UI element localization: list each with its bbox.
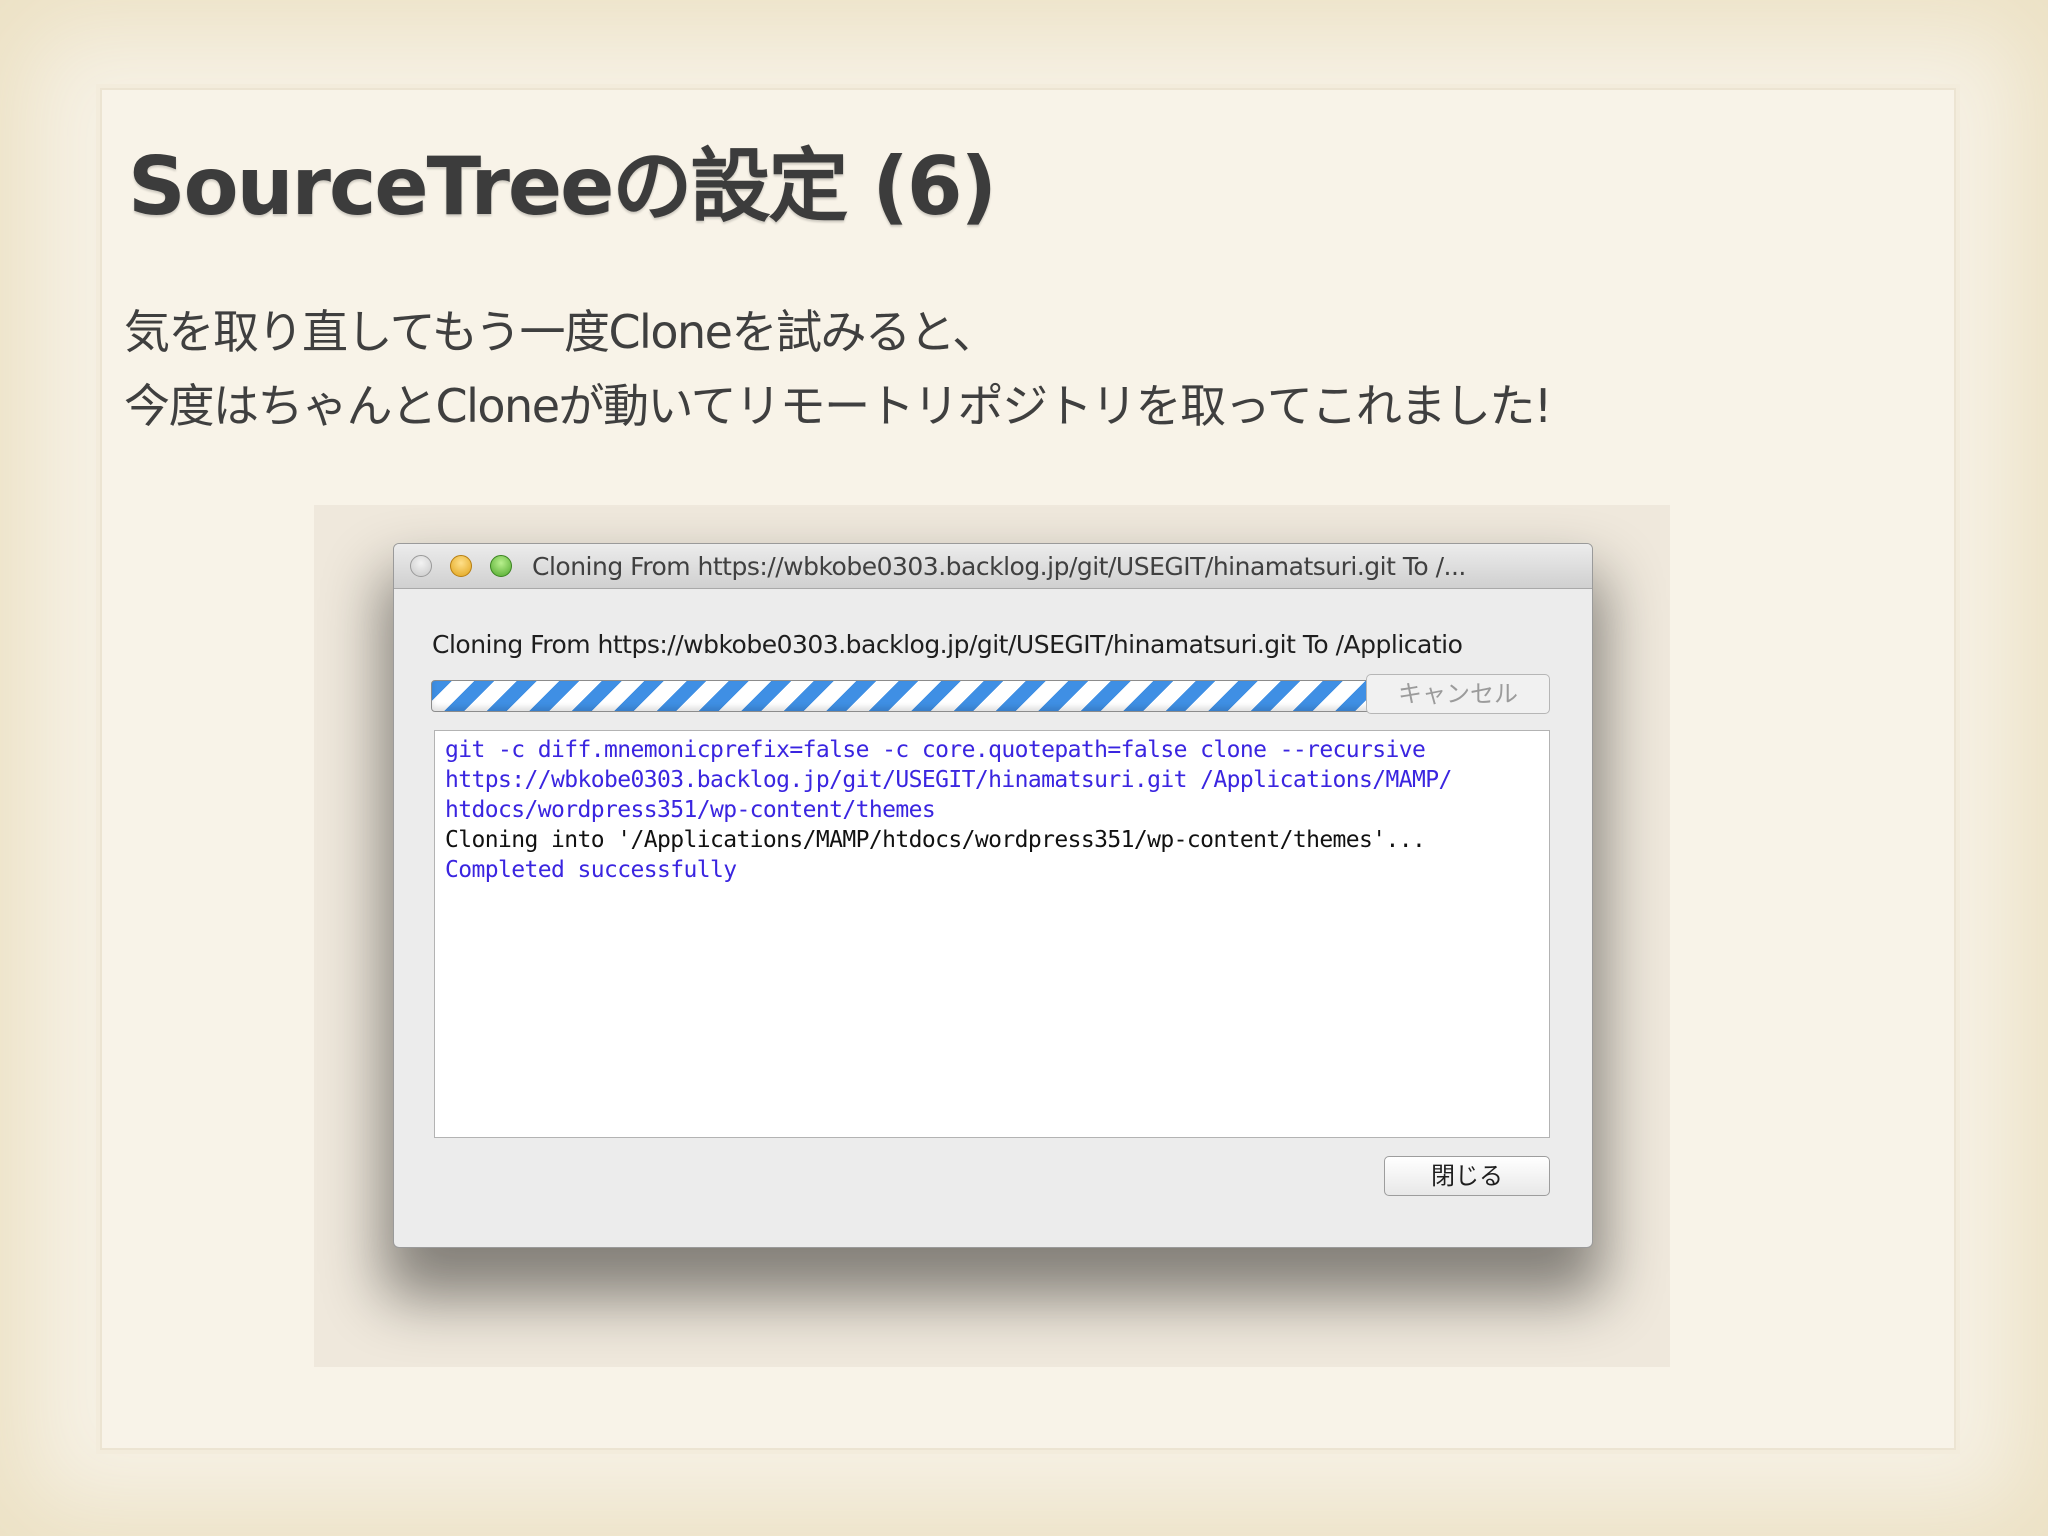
clone-status-label: Cloning From https://wbkobe0303.backlog.… — [432, 630, 1463, 659]
close-button[interactable]: 閉じる — [1384, 1156, 1550, 1196]
log-line: Cloning into '/Applications/MAMP/htdocs/… — [445, 827, 1426, 853]
slide-title: SourceTreeの設定 (6) — [128, 140, 997, 233]
window-titlebar[interactable]: Cloning From https://wbkobe0303.backlog.… — [394, 544, 1592, 589]
body-line-1: 気を取り直してもう一度Cloneを試みると、 — [124, 305, 998, 359]
command-log-output[interactable]: git -c diff.mnemonicprefix=false -c core… — [434, 730, 1550, 1138]
window-title: Cloning From https://wbkobe0303.backlog.… — [532, 552, 1466, 581]
close-window-icon[interactable] — [410, 555, 432, 577]
log-line: https://wbkobe0303.backlog.jp/git/USEGIT… — [445, 767, 1452, 793]
log-line: Completed successfully — [445, 857, 737, 883]
zoom-window-icon[interactable] — [490, 555, 512, 577]
cancel-button[interactable]: キャンセル — [1366, 674, 1550, 714]
clone-progress-window: Cloning From https://wbkobe0303.backlog.… — [393, 543, 1593, 1248]
log-line: htdocs/wordpress351/wp-content/themes — [445, 797, 936, 823]
minimize-window-icon[interactable] — [450, 555, 472, 577]
clone-progress-bar — [431, 680, 1393, 712]
log-line: git -c diff.mnemonicprefix=false -c core… — [445, 737, 1426, 763]
body-line-2: 今度はちゃんとCloneが動いてリモートリポジトリを取ってこれました! — [124, 379, 1552, 433]
